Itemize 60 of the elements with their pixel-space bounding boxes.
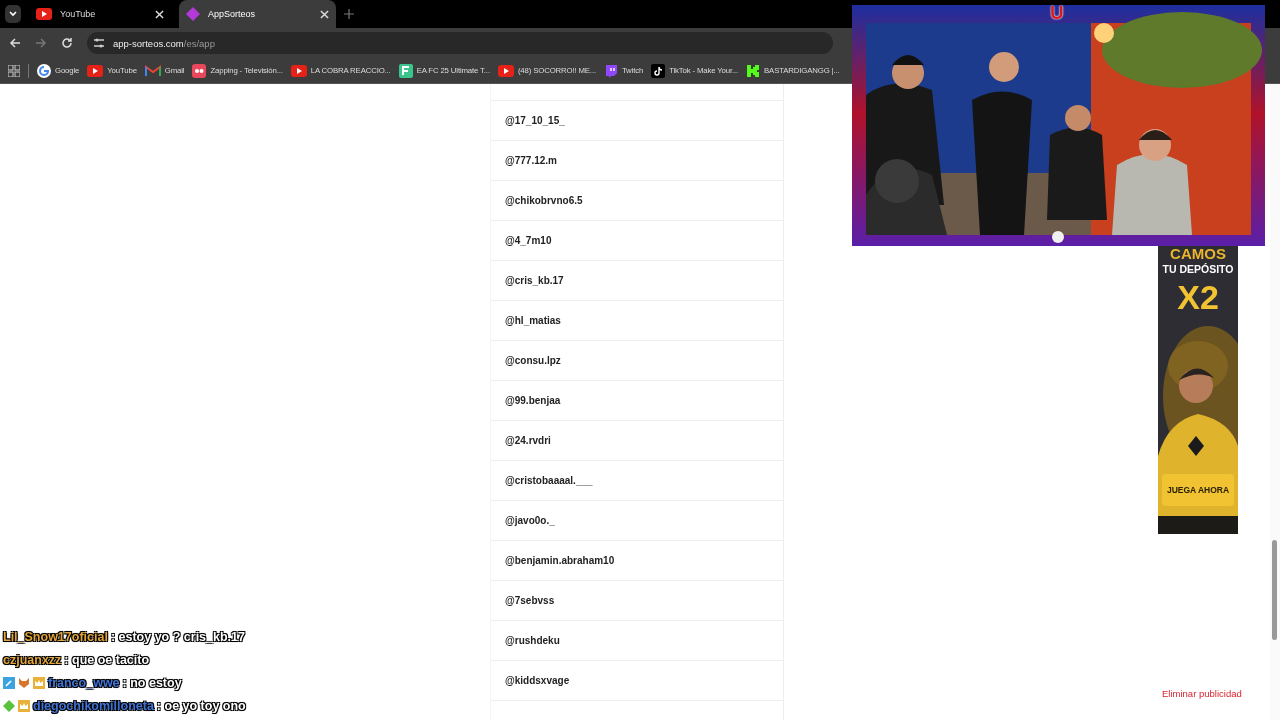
crown-icon	[33, 677, 45, 689]
participant-name: @777.12.m	[505, 155, 557, 166]
google-icon	[37, 63, 51, 78]
address-field[interactable]: app-sorteos.com/es/app	[87, 32, 833, 54]
chevron-down-icon	[8, 9, 18, 19]
browser-tab[interactable]: AppSorteos	[179, 0, 336, 28]
apps-grid-icon	[8, 64, 20, 77]
ad-headline: CAMOS	[1170, 246, 1226, 261]
chat-message: : que oe tacito	[64, 653, 150, 667]
tile-icon	[398, 63, 413, 78]
forward-arrow-icon	[35, 37, 47, 49]
site-settings-icon	[93, 37, 105, 49]
k-shape-icon	[746, 63, 761, 78]
chat-message: : no estoy	[122, 676, 182, 690]
participant-name: @chikobrvno6.5	[505, 195, 583, 206]
crown-icon	[18, 700, 30, 712]
note-icon	[651, 63, 666, 78]
cta-button[interactable]: JUEGA AHORA	[1162, 474, 1234, 506]
play-icon	[290, 64, 307, 77]
back-arrow-icon	[9, 37, 21, 49]
participant-name: @7sebvss	[505, 595, 555, 606]
play-icon	[36, 8, 52, 20]
tv-icon	[192, 63, 207, 78]
chat-username: franco_wwe	[48, 676, 120, 690]
wrench-icon	[3, 677, 15, 689]
scrollbar-thumb[interactable]	[1272, 540, 1277, 640]
tab-list-button[interactable]	[5, 5, 21, 23]
close-icon	[320, 9, 329, 19]
participant-name: @kiddsxvage	[505, 675, 570, 686]
chat-username: Lil_Snow17oficial	[3, 630, 108, 644]
fox-icon	[18, 677, 30, 689]
participant-name: @javo0o._	[505, 515, 555, 526]
chat-username: czjuanxzz	[3, 653, 62, 667]
ad-offer: X2	[1177, 277, 1219, 317]
participant-name: @17_10_15_	[505, 115, 565, 126]
chat-message: : estoy yo ? cris_kb.17	[110, 630, 245, 644]
remove-ads-link[interactable]: Eliminar publicidad	[1162, 688, 1242, 699]
participant-name: @cris_kb.17	[505, 275, 564, 286]
participant-name: @hl_matias	[505, 315, 561, 326]
participant-name: @24.rvdri	[505, 435, 551, 446]
ad-subtitle: TU DEPÓSITO	[1162, 263, 1234, 275]
scrollbar[interactable]	[1270, 84, 1280, 720]
reload-icon	[61, 37, 73, 49]
participant-name: @cristobaaaal.___	[505, 475, 593, 486]
chat-message: : oe yo toy ono	[156, 699, 246, 713]
participant-name: @benjamin.abraham10	[505, 555, 615, 566]
participant-name: @4_7m10	[505, 235, 552, 246]
plus-icon	[344, 9, 354, 19]
participant-name: @rushdeku	[505, 635, 560, 646]
ad-banner[interactable]: CAMOS TU DEPÓSITO X2 JUEGA AHORA	[1158, 246, 1238, 534]
chat-bubble-icon	[603, 63, 618, 78]
play-icon	[87, 64, 104, 77]
play-icon	[497, 64, 514, 77]
participant-name: @consu.lpz	[505, 355, 561, 366]
mail-icon	[144, 64, 161, 77]
chat-username: diegochikomilloneta	[33, 699, 154, 713]
close-icon	[155, 9, 164, 19]
gem-icon	[3, 700, 15, 712]
participant-name: @99.benjaa	[505, 395, 561, 406]
diamond-icon	[186, 7, 200, 21]
